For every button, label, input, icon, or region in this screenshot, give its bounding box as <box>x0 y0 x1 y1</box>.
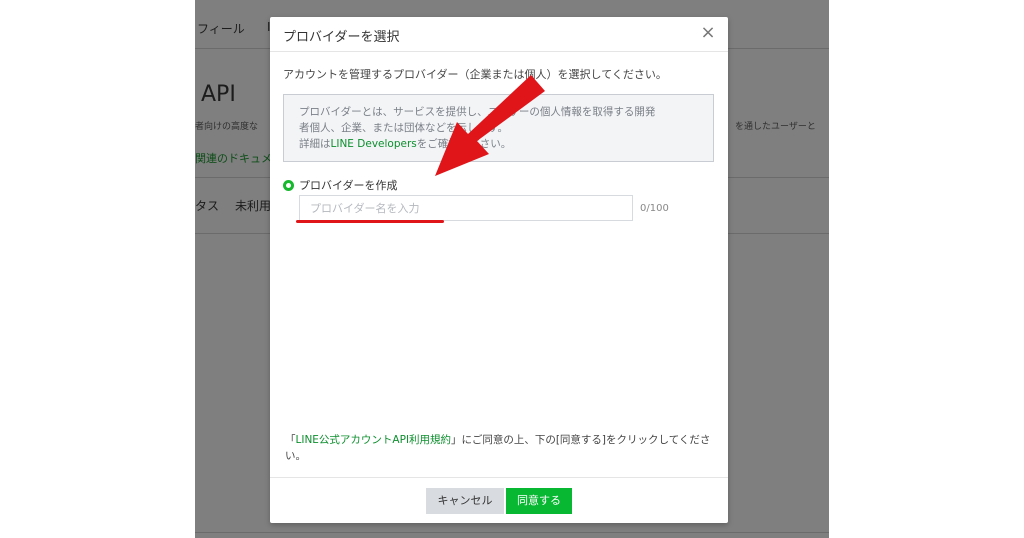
agree-button[interactable]: 同意する <box>506 488 572 514</box>
annotation-underline <box>296 220 444 223</box>
provider-select-dialog: プロバイダーを選択 × アカウントを管理するプロバイダー（企業または個人）を選択… <box>270 17 728 523</box>
footer-divider <box>270 477 728 478</box>
terms-open-bracket: 「 <box>285 434 296 446</box>
bg-status-label: タス <box>195 199 220 213</box>
bg-unused-label: 未利用 <box>235 199 272 213</box>
create-provider-radio[interactable] <box>283 180 294 191</box>
provider-info-box: プロバイダーとは、サービスを提供し、ユーザーの個人情報を取得する開発 者個人、企… <box>283 94 714 162</box>
dialog-description: アカウントを管理するプロバイダー（企業または個人）を選択してください。 <box>283 68 667 81</box>
cancel-button[interactable]: キャンセル <box>426 488 504 514</box>
info-line-1: プロバイダーとは、サービスを提供し、ユーザーの個人情報を取得する開発 <box>299 106 656 118</box>
character-counter: 0/100 <box>640 203 669 214</box>
bg-api-heading: API <box>201 82 236 107</box>
terms-link[interactable]: LINE公式アカウントAPI利用規約 <box>296 434 452 446</box>
create-provider-label: プロバイダーを作成 <box>299 179 398 192</box>
bg-description-right: を通したユーザーと <box>735 122 816 132</box>
info-line-2: 者個人、企業、または団体などを示します。 <box>299 122 508 134</box>
line-developers-link[interactable]: LINE Developers <box>331 138 417 150</box>
create-provider-option[interactable]: プロバイダーを作成 <box>283 177 398 193</box>
close-icon[interactable]: × <box>698 23 718 43</box>
provider-name-input[interactable] <box>299 195 633 221</box>
bg-tab-profile: フィール <box>197 22 245 36</box>
terms-agreement-text: 「LINE公式アカウントAPI利用規約」にご同意の上、下の[同意する]をクリック… <box>285 432 715 464</box>
info-line-3-suffix: をご確認ください。 <box>416 138 512 150</box>
bg-docs-link: 関連のドキュメ <box>195 152 272 165</box>
dialog-header: プロバイダーを選択 × <box>270 17 728 52</box>
dialog-title: プロバイダーを選択 <box>283 30 400 45</box>
info-line-3: 詳細はLINE Developersをご確認ください。 <box>299 136 698 152</box>
info-line-3-prefix: 詳細は <box>299 138 331 150</box>
bg-description: 者向けの高度な <box>195 122 259 132</box>
